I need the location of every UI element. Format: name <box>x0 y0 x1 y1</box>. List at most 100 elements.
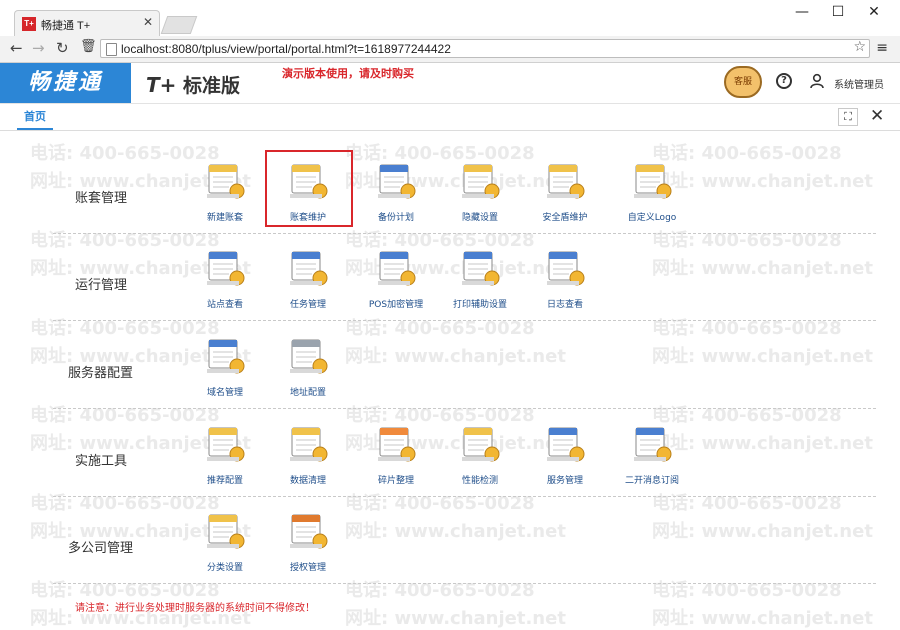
address-config-icon <box>290 339 328 374</box>
portal-tile[interactable]: 分类设置 <box>185 511 265 581</box>
service-management-icon <box>547 427 585 462</box>
custom-logo-icon <box>634 164 672 199</box>
user-icon[interactable] <box>809 73 825 89</box>
edition-label: T+ 标准版 <box>146 71 240 98</box>
tile-label: 安全盾维护 <box>542 213 588 223</box>
portal-content: 电话: 400-665-0028 网址: www.chanjet.net 电话: 4… <box>0 131 900 629</box>
hidden-settings-icon <box>462 164 500 199</box>
forward-arrow-icon[interactable]: → <box>32 39 45 57</box>
recommend-config-icon <box>207 427 245 462</box>
portal-tile[interactable]: 服务管理 <box>525 424 605 494</box>
bookmark-star-icon[interactable]: ☆ <box>853 39 866 55</box>
license-management-icon <box>290 514 328 549</box>
tile-label: 服务管理 <box>546 476 583 486</box>
help-icon[interactable]: ? <box>776 73 792 89</box>
tile-label: 数据清理 <box>289 476 326 486</box>
watermark-phone: 电话: 400-665-0028 <box>652 580 842 601</box>
task-management-icon <box>290 251 328 286</box>
category-settings-icon <box>207 514 245 549</box>
portal-tile[interactable]: 推荐配置 <box>185 424 265 494</box>
defrag-icon <box>378 427 416 462</box>
tab-title: 畅捷通 T+ <box>41 20 91 32</box>
url-text: localhost:8080/tplus/view/portal/portal.… <box>121 42 451 56</box>
portal-tile[interactable]: 日志查看 <box>525 248 605 318</box>
new-tab-button[interactable] <box>160 16 198 34</box>
tile-label: 任务管理 <box>289 300 326 310</box>
page-tabstrip: 首页 ⛶ ✕ <box>0 104 900 131</box>
reload-icon[interactable]: ↻ <box>56 39 69 57</box>
portal-tile[interactable]: 数据清理 <box>268 424 348 494</box>
portal-tile[interactable]: 安全盾维护 <box>525 161 605 231</box>
watermark-site: 网址: www.chanjet.net <box>345 346 566 367</box>
domain-management-icon <box>207 339 245 374</box>
section-title: 实施工具 <box>75 454 128 469</box>
app-header: 畅捷通 T+ 标准版 演示版本使用，请及时购买 客服 ? 系统管理员 <box>0 63 900 104</box>
tile-label: 性能检测 <box>461 476 498 486</box>
backup-plan-icon <box>378 164 416 199</box>
portal-tile[interactable]: 任务管理 <box>268 248 348 318</box>
section-title: 账套管理 <box>75 191 128 206</box>
portal-tile[interactable]: 域名管理 <box>185 336 265 406</box>
window-close-button[interactable]: ✕ <box>858 2 890 22</box>
section-divider <box>53 408 876 409</box>
tab-home[interactable]: 首页 <box>17 108 53 130</box>
watermark-site: 网址: www.chanjet.net <box>345 608 566 629</box>
browser-tab[interactable]: T+ 畅捷通 T+ ✕ <box>14 10 160 36</box>
pos-encryption-icon <box>378 251 416 286</box>
edition-t-label: T+ <box>146 73 177 97</box>
portal-tile[interactable]: 性能检测 <box>440 424 520 494</box>
data-cleanup-icon <box>290 427 328 462</box>
user-name[interactable]: 系统管理员 <box>834 76 884 91</box>
section-title: 多公司管理 <box>68 541 134 556</box>
watermark-phone: 电话: 400-665-0028 <box>652 318 842 339</box>
watermark-site: 网址: www.chanjet.net <box>652 258 873 279</box>
portal-tile[interactable]: 二开消息订阅 <box>612 424 692 494</box>
tile-label: 日志查看 <box>546 300 583 310</box>
site-view-icon <box>207 251 245 286</box>
watermark-site: 网址: www.chanjet.net <box>345 521 566 542</box>
address-input[interactable]: localhost:8080/tplus/view/portal/portal.… <box>100 39 870 58</box>
minimize-button[interactable]: — <box>786 2 818 22</box>
tile-label: 新建账套 <box>206 213 243 223</box>
tile-label: POS加密管理 <box>368 300 424 310</box>
new-account-icon <box>207 164 245 199</box>
tile-label: 地址配置 <box>289 388 326 398</box>
log-view-icon <box>547 251 585 286</box>
close-page-icon[interactable]: ✕ <box>870 106 884 126</box>
portal-tile[interactable]: POS加密管理 <box>356 248 436 318</box>
section-divider <box>53 233 876 234</box>
trash-icon[interactable]: 🗑 <box>80 39 97 54</box>
portal-tile[interactable]: 授权管理 <box>268 511 348 581</box>
watermark-site: 网址: www.chanjet.net <box>652 346 873 367</box>
tile-label: 自定义Logo <box>627 213 677 223</box>
portal-tile[interactable]: 新建账套 <box>185 161 265 231</box>
portal-tile[interactable]: 备份计划 <box>356 161 436 231</box>
browser-menu-icon[interactable]: ≡ <box>876 40 888 56</box>
performance-check-icon <box>462 427 500 462</box>
watermark-phone: 电话: 400-665-0028 <box>345 580 535 601</box>
portal-tile[interactable]: 打印辅助设置 <box>440 248 520 318</box>
fullscreen-icon[interactable]: ⛶ <box>838 108 858 126</box>
portal-tile[interactable]: 碎片整理 <box>356 424 436 494</box>
portal-tile[interactable]: 自定义Logo <box>612 161 692 231</box>
tile-label: 碎片整理 <box>377 476 414 486</box>
maximize-button[interactable]: ☐ <box>822 2 854 22</box>
customer-service-icon[interactable]: 客服 <box>724 66 762 98</box>
section-title: 服务器配置 <box>68 366 134 381</box>
browser-titlebar: T+ 畅捷通 T+ ✕ — ☐ ✕ <box>0 0 900 37</box>
tile-label: 授权管理 <box>289 563 326 573</box>
demo-notice: 演示版本使用，请及时购买 <box>282 67 414 80</box>
tplus-logo-icon: T+ <box>22 17 36 31</box>
brand-logo: 畅捷通 <box>0 63 131 103</box>
footer-note: 请注意：进行业务处理时服务器的系统时间不得修改！ <box>75 603 315 614</box>
tile-label: 分类设置 <box>206 563 243 573</box>
security-shield-icon <box>547 164 585 199</box>
portal-tile[interactable]: 隐藏设置 <box>440 161 520 231</box>
portal-tile[interactable]: 地址配置 <box>268 336 348 406</box>
print-assist-icon <box>462 251 500 286</box>
tab-close-icon[interactable]: ✕ <box>143 15 153 29</box>
back-arrow-icon[interactable]: ← <box>10 39 23 57</box>
page-icon <box>106 43 117 56</box>
portal-tile[interactable]: 站点查看 <box>185 248 265 318</box>
selection-highlight <box>265 150 353 227</box>
